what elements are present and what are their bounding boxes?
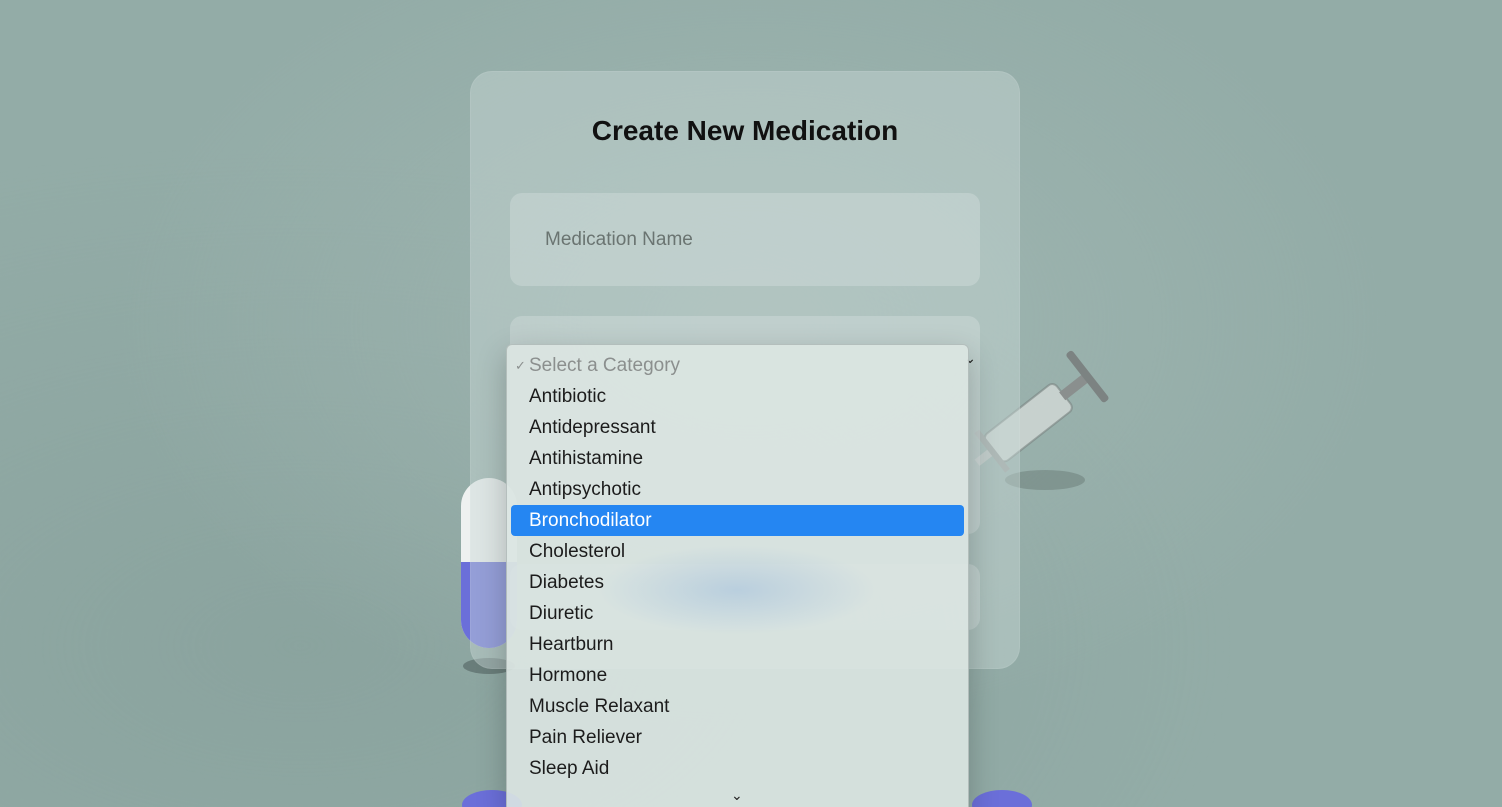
option-label: Cholesterol (529, 541, 626, 562)
checkmark-icon: ✓ (515, 358, 526, 373)
option-label: Sleep Aid (529, 758, 610, 779)
category-dropdown-list[interactable]: ✓ Select a Category Antibiotic Antidepre… (506, 344, 969, 807)
chevron-down-icon[interactable]: ⌄ (731, 787, 743, 804)
dropdown-option[interactable]: Sleep Aid (511, 753, 964, 784)
dropdown-option[interactable]: Diabetes (511, 567, 964, 598)
dropdown-option[interactable]: Antihistamine (511, 443, 964, 474)
pill-image (972, 790, 1032, 807)
dropdown-option[interactable]: Antibiotic (511, 381, 964, 412)
option-label: Diuretic (529, 603, 594, 624)
option-label: Muscle Relaxant (529, 696, 670, 717)
dropdown-option[interactable]: Hormone (511, 660, 964, 691)
dropdown-option[interactable]: Antipsychotic (511, 474, 964, 505)
dropdown-option[interactable]: Antidepressant (511, 412, 964, 443)
option-label: Hormone (529, 665, 608, 686)
dropdown-option-highlighted[interactable]: Bronchodilator (511, 505, 964, 536)
option-label: Select a Category (529, 355, 681, 376)
dropdown-option[interactable]: Cholesterol (511, 536, 964, 567)
dropdown-option[interactable]: Pain Reliever (511, 722, 964, 753)
option-label: Heartburn (529, 634, 614, 655)
dropdown-option[interactable]: Heartburn (511, 629, 964, 660)
option-label: Antidepressant (529, 417, 656, 438)
option-label: Bronchodilator (529, 510, 652, 531)
dropdown-option[interactable]: Muscle Relaxant (511, 691, 964, 722)
option-label: Pain Reliever (529, 727, 642, 748)
option-label: Antipsychotic (529, 479, 641, 500)
dropdown-option[interactable]: Diuretic (511, 598, 964, 629)
dropdown-option-placeholder[interactable]: ✓ Select a Category (511, 350, 964, 381)
page-title: Create New Medication (591, 115, 899, 146)
medication-name-input[interactable] (510, 193, 980, 286)
option-label: Antibiotic (529, 386, 607, 407)
option-label: Antihistamine (529, 448, 644, 469)
option-label: Diabetes (529, 572, 604, 593)
